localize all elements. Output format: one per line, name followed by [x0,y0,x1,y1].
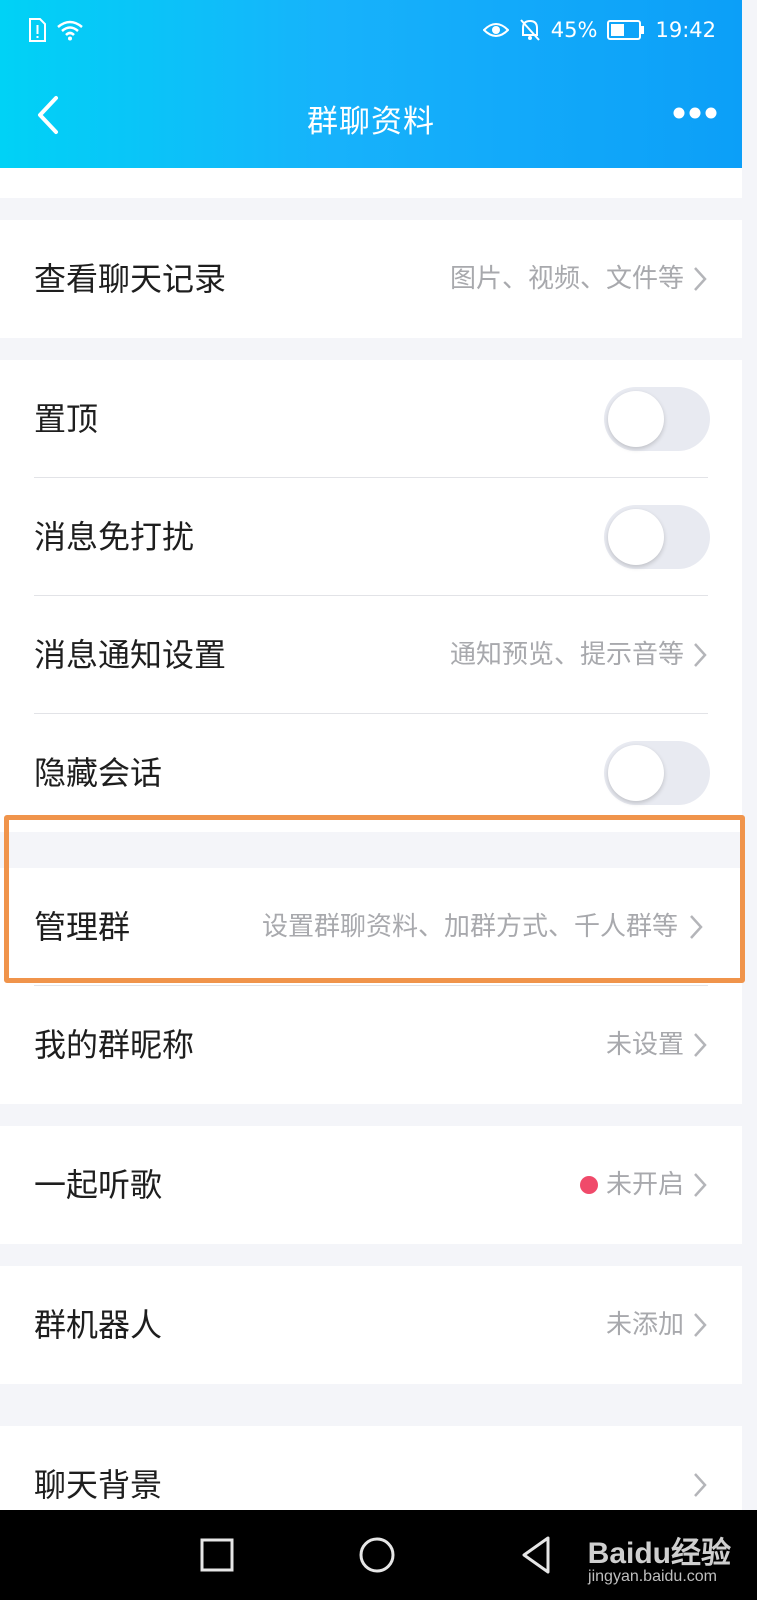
home-icon[interactable] [352,1530,402,1580]
manage-group-row[interactable]: 管理群 设置群聊资料、加群方式、千人群等 [0,868,742,986]
pin-top-toggle[interactable] [604,387,710,451]
notify-settings-row[interactable]: 消息通知设置 通知预览、提示音等 [0,596,742,714]
more-dots-icon[interactable] [672,106,718,120]
watermark-brand: Baidu经验 [587,1537,731,1570]
row-value: 未设置 [605,1030,684,1060]
mute-bell-icon [520,19,540,41]
chevron-right-icon [694,643,707,667]
eye-icon [482,23,509,37]
row-label: 群机器人 [34,1306,163,1344]
chevron-right-icon [694,1473,707,1497]
clock: 19:42 [655,18,716,42]
chevron-right-icon [690,915,703,939]
title-bar: 群聊资料 [0,86,742,146]
wifi-icon [57,20,83,41]
status-bar: 45% 19:42 [0,0,742,64]
row-label: 消息通知设置 [34,636,227,674]
row-value: 设置群聊资料、加群方式、千人群等 [261,912,678,942]
chevron-right-icon [694,1173,707,1197]
row-label: 一起听歌 [34,1166,163,1204]
watermark-site: jingyan.baidu.com [588,1568,717,1585]
my-nickname-row[interactable]: 我的群昵称 未设置 [0,986,742,1104]
back-triangle-icon[interactable] [512,1530,562,1580]
status-dot [579,1176,598,1194]
row-value: 未添加 [605,1310,684,1340]
row-value: 图片、视频、文件等 [449,264,684,294]
listen-together-row[interactable]: 一起听歌 未开启 [0,1126,742,1244]
row-value-text: 未开启 [605,1170,684,1200]
settings-list: 查看聊天记录 图片、视频、文件等 置顶 消息免打扰 消息通知设置 通知预览、提示… [0,168,742,1544]
battery-percent: 45% [550,18,598,42]
chevron-right-icon [694,1033,707,1057]
mute-row: 消息免打扰 [0,478,742,596]
recent-apps-icon[interactable] [192,1530,242,1580]
row-label: 隐藏会话 [34,754,163,792]
mute-toggle[interactable] [604,505,710,569]
system-nav-bar: Baidu经验 jingyan.baidu.com [0,1510,757,1600]
app-header: 45% 19:42 群聊资料 [0,0,742,168]
row-label: 管理群 [34,908,131,946]
row-label: 置顶 [34,400,99,438]
row-value: 未开启 [579,1126,684,1244]
page-title: 群聊资料 [307,104,435,140]
battery-icon [607,20,645,40]
chevron-right-icon [694,1313,707,1337]
group-robot-row[interactable]: 群机器人 未添加 [0,1266,742,1384]
row-label: 消息免打扰 [34,518,195,556]
row-value: 通知预览、提示音等 [449,640,684,670]
chat-history-row[interactable]: 查看聊天记录 图片、视频、文件等 [0,220,742,338]
row-label: 查看聊天记录 [34,260,227,298]
sim-alert-icon [29,18,46,42]
hide-chat-toggle[interactable] [604,741,710,805]
pin-top-row: 置顶 [0,360,742,478]
row-label: 我的群昵称 [34,1026,195,1064]
chevron-right-icon [694,267,707,291]
hide-chat-row: 隐藏会话 [0,714,742,832]
